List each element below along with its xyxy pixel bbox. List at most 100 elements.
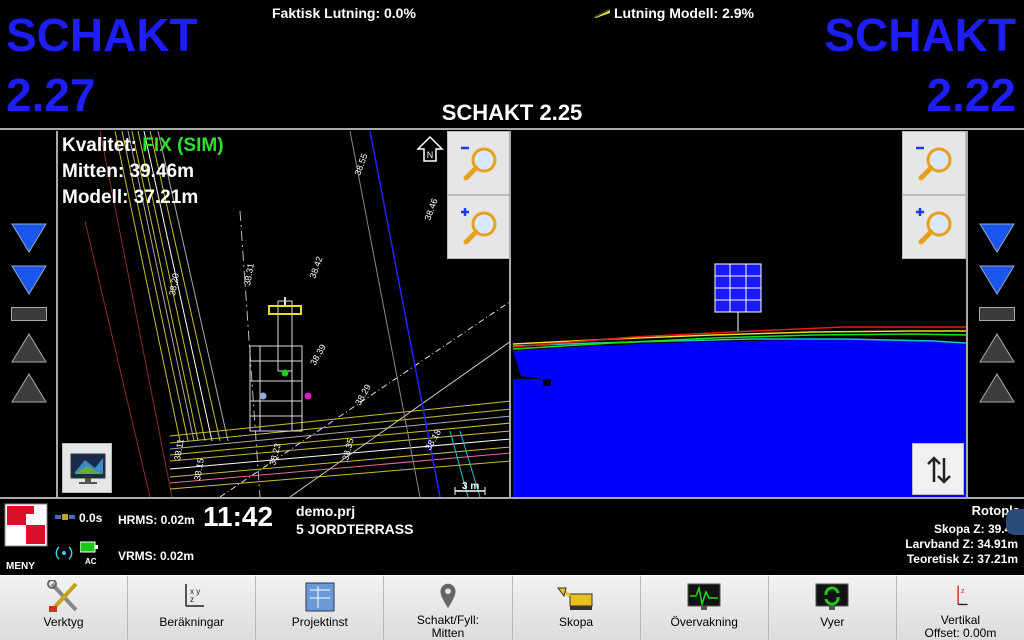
- raise-fast-button[interactable]: [10, 371, 48, 405]
- battery-icon: [80, 541, 98, 553]
- cut-fill-label: Schakt/Fyll: Mitten: [416, 613, 479, 640]
- vertical-offset-label: Vertikal Offset: 0.00m: [924, 613, 997, 640]
- bottom-toolbar: Verktyg x y z Beräkningar Projektinst Sc…: [0, 575, 1024, 640]
- plan-zoom-out-button[interactable]: [447, 131, 509, 195]
- triangle-down-icon: [979, 265, 1015, 295]
- actual-slope: Faktisk Lutning: 0.0%: [272, 5, 416, 21]
- lower-fast-button-right[interactable]: [978, 221, 1016, 255]
- gps-quality: Kvalitet: FIX (SIM): [62, 135, 224, 157]
- raise-button-right[interactable]: [978, 331, 1016, 365]
- project-settings-button[interactable]: Projektinst: [256, 575, 385, 640]
- reset-height-button[interactable]: [11, 307, 47, 321]
- profile-zoom-out-button[interactable]: [902, 131, 966, 195]
- clock: 11:42: [203, 501, 274, 532]
- calculations-button[interactable]: x y z Beräkningar: [128, 575, 257, 640]
- excavator-plan-icon: [249, 297, 312, 432]
- contour-label: 38.15: [192, 457, 206, 481]
- profile-zoom-in-button[interactable]: [902, 195, 966, 259]
- triangle-down-icon: [979, 223, 1015, 253]
- lower-fast-button[interactable]: [10, 221, 48, 255]
- contour-label: 38.42: [307, 255, 324, 280]
- ac-power-label: AC: [85, 557, 97, 566]
- monitor-map-icon: [70, 453, 106, 484]
- contour-label: 38.46: [422, 197, 439, 222]
- left-cut-label: SCHAKT: [6, 9, 198, 61]
- cut-fill-button[interactable]: Schakt/Fyll: Mitten: [384, 575, 513, 640]
- triangle-up-icon: [979, 333, 1015, 363]
- top-status-bar: SCHAKT 2.27 SCHAKT 2.22 Faktisk Lutning:…: [0, 0, 1024, 130]
- monitoring-button[interactable]: Övervakning: [640, 575, 769, 640]
- right-height-control: [966, 131, 1024, 497]
- zoom-out-icon: [461, 146, 497, 181]
- contour-label: 38.29: [353, 382, 373, 407]
- project-settings-label: Projektinst: [291, 615, 348, 629]
- raise-button[interactable]: [10, 331, 48, 365]
- side-panel-handle[interactable]: [1006, 509, 1024, 535]
- tools-button[interactable]: Verktyg: [0, 575, 129, 640]
- bucket-button[interactable]: Skopa: [512, 575, 641, 640]
- views-button[interactable]: Vyer: [768, 575, 897, 640]
- triangle-down-icon: [11, 265, 47, 295]
- svg-text:z: z: [961, 586, 965, 595]
- views-label: Vyer: [820, 615, 845, 629]
- plan-zoom-in-button[interactable]: [447, 195, 509, 259]
- lower-button-right[interactable]: [978, 263, 1016, 297]
- vertical-offset-button[interactable]: z Vertikal Offset: 0.00m: [896, 575, 1024, 640]
- xyz-axes-icon: x y z: [184, 584, 204, 607]
- plan-view[interactable]: 38.55 38.46 38.42 38.31 38.20 38.29 38.3…: [60, 131, 511, 497]
- monitor-refresh-icon: [815, 583, 849, 610]
- vrms-value: VRMS: 0.02m: [118, 549, 195, 563]
- track-z: Larvband Z: 34.91m: [905, 537, 1018, 551]
- model-slope: Lutning Modell: 2.9%: [594, 5, 754, 21]
- project-name: demo.prj: [296, 503, 356, 519]
- gps-quality-label: Kvalitet:: [62, 135, 143, 156]
- menu-label: MENY: [6, 561, 35, 572]
- blueprint-icon: [305, 582, 335, 612]
- lower-button[interactable]: [10, 263, 48, 297]
- tools-label: Verktyg: [43, 615, 84, 629]
- zoom-in-icon: [461, 208, 497, 245]
- contour-label: 38.35: [340, 437, 355, 461]
- calculations-label: Beräkningar: [159, 615, 225, 629]
- layer-name: 5 JORDTERRASS: [296, 521, 414, 537]
- reset-height-button-right[interactable]: [979, 307, 1015, 321]
- tools-icon: [46, 580, 78, 612]
- center-elevation: Mitten: 39.46m: [62, 161, 194, 182]
- contour-label: 38.11: [172, 438, 186, 461]
- theoretical-z: Teoretisk Z: 37.21m: [906, 552, 1018, 566]
- north-label: N: [427, 150, 434, 160]
- gps-quality-value: FIX (SIM): [142, 135, 224, 156]
- model-slope-text: Lutning Modell: 2.9%: [614, 5, 754, 21]
- triangle-up-icon: [11, 373, 47, 403]
- triangle-down-icon: [11, 223, 47, 253]
- scale-label: 3 m: [462, 481, 480, 492]
- zoom-out-icon: [916, 146, 952, 181]
- menu-logo-icon: [4, 503, 48, 547]
- slope-icon: [594, 8, 610, 18]
- triangle-up-icon: [11, 333, 47, 363]
- bucket-section-icon: [714, 263, 762, 331]
- profile-section: [513, 263, 966, 497]
- zoom-in-icon: [916, 208, 952, 245]
- profile-view[interactable]: [513, 131, 966, 497]
- radio-signal-icon: [55, 546, 73, 560]
- up-down-arrows-icon: [927, 456, 951, 484]
- hrms-value: HRMS: 0.02m: [118, 513, 195, 527]
- excavator-bucket-icon: [557, 586, 593, 610]
- status-bar: MENY 0.0s HRMS: 0.02m VRMS: 0.02m 11:42 …: [0, 497, 1024, 575]
- location-pin-icon: [440, 583, 456, 609]
- plan-map: 38.55 38.46 38.42 38.31 38.20 38.29 38.3…: [84, 131, 509, 497]
- satellite-icon: [55, 514, 75, 520]
- monitor-waveform-icon: [687, 583, 721, 610]
- layers-view-button[interactable]: [62, 443, 112, 493]
- contour-label: 38.39: [308, 342, 328, 367]
- correction-age: 0.0s: [79, 511, 103, 525]
- left-height-control: [0, 131, 58, 497]
- raise-fast-button-right[interactable]: [978, 371, 1016, 405]
- model-elevation: Modell: 37.21m: [62, 187, 199, 208]
- center-cut-readout: SCHAKT 2.25: [441, 100, 583, 125]
- swap-view-button[interactable]: [912, 443, 964, 495]
- triangle-up-icon: [979, 373, 1015, 403]
- vertical-offset-icon: z: [957, 585, 968, 606]
- right-cut-label: SCHAKT: [824, 9, 1016, 61]
